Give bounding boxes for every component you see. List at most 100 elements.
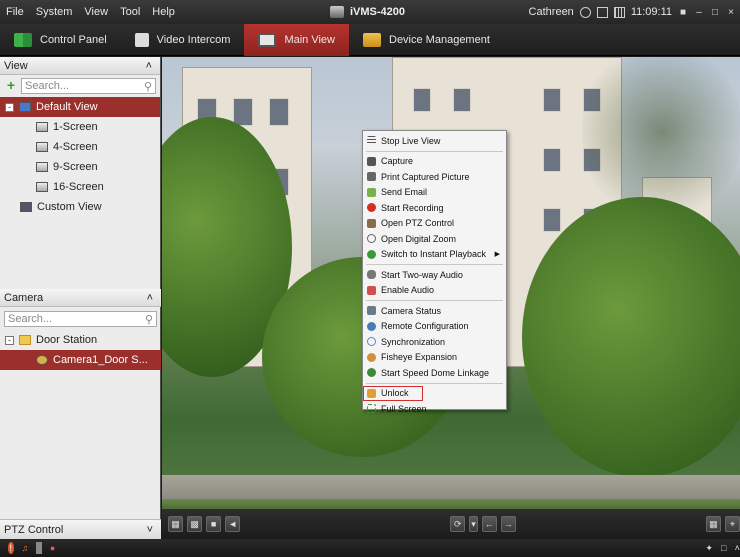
view-search-row: + Search... ⚲ bbox=[0, 75, 160, 97]
dropdown-icon[interactable]: ▾ bbox=[469, 516, 478, 532]
camera-section-header[interactable]: Camera ˄ bbox=[0, 289, 161, 307]
camera-item[interactable]: Camera1_Door S... bbox=[0, 350, 161, 370]
menu-remote-configuration[interactable]: Remote Configuration bbox=[363, 319, 506, 335]
tree-collapse-icon[interactable]: - bbox=[5, 335, 14, 345]
lock-icon[interactable]: ■ bbox=[678, 7, 688, 18]
screen-9-item[interactable]: 9-Screen bbox=[0, 157, 160, 177]
volume-icon[interactable]: ◄ bbox=[225, 516, 241, 532]
dome-icon bbox=[367, 368, 376, 378]
menu-fisheye-expansion[interactable]: Fisheye Expansion bbox=[363, 350, 506, 366]
folder-icon bbox=[363, 32, 381, 47]
screen-4-icon bbox=[36, 142, 48, 152]
tab-device-management[interactable]: Device Management bbox=[349, 24, 504, 56]
fullscreen-icon[interactable]: ⌖ bbox=[724, 516, 740, 532]
camera-search-row: Search... ⚲ bbox=[0, 308, 161, 330]
menu-open-digital-zoom[interactable]: Open Digital Zoom bbox=[363, 231, 506, 247]
screen-1-item[interactable]: 1-Screen bbox=[0, 117, 160, 137]
menu-system[interactable]: System bbox=[30, 6, 79, 18]
next-icon[interactable]: → bbox=[500, 516, 516, 532]
search-icon[interactable]: ⚲ bbox=[144, 80, 152, 93]
menu-label: Synchronization bbox=[381, 336, 446, 347]
restore-icon[interactable]: □ bbox=[721, 542, 727, 554]
view-search-input[interactable]: Search... ⚲ bbox=[21, 78, 156, 94]
menu-unlock[interactable]: Unlock bbox=[363, 385, 423, 401]
menu-enable-audio[interactable]: Enable Audio bbox=[363, 283, 506, 299]
menu-full-screen[interactable]: Full Screen bbox=[363, 401, 506, 417]
door-station-item[interactable]: - Door Station bbox=[0, 330, 161, 350]
fullscreen-icon bbox=[367, 404, 376, 414]
tab-label: Main View bbox=[284, 33, 335, 46]
menu-tool[interactable]: Tool bbox=[114, 6, 146, 18]
tab-video-intercom[interactable]: Video Intercom bbox=[121, 24, 245, 56]
clock-time: 11:09:11 bbox=[630, 6, 672, 18]
alarm-icon[interactable]: ! bbox=[8, 542, 14, 554]
pin-icon[interactable]: ✦ bbox=[705, 542, 713, 554]
close-icon[interactable]: × bbox=[726, 7, 736, 18]
screen-16-item[interactable]: 16-Screen bbox=[0, 177, 160, 197]
speaker-icon bbox=[367, 285, 376, 295]
menu-send-email[interactable]: Send Email bbox=[363, 185, 506, 201]
menu-view[interactable]: View bbox=[78, 6, 114, 18]
collapse-icon[interactable]: ˄ bbox=[146, 60, 152, 72]
collapse-up-icon[interactable]: ˄ bbox=[734, 542, 740, 554]
maximize-icon[interactable]: □ bbox=[710, 7, 720, 18]
monitor-icon bbox=[258, 32, 277, 47]
camera-icon bbox=[367, 156, 376, 166]
tab-control-panel[interactable]: Control Panel bbox=[0, 24, 121, 56]
tab-label: Device Management bbox=[389, 33, 490, 46]
menu-label: Camera Status bbox=[381, 305, 442, 316]
previous-icon[interactable]: ← bbox=[481, 516, 497, 532]
screen-label: 9-Screen bbox=[53, 161, 98, 173]
ptz-control-header[interactable]: PTZ Control ˅ bbox=[0, 519, 161, 539]
default-view-item[interactable]: - Default View bbox=[0, 97, 160, 117]
calendar-icon[interactable] bbox=[613, 6, 625, 18]
app-title-text: iVMS-4200 bbox=[350, 6, 406, 18]
add-view-button[interactable]: + bbox=[4, 78, 18, 93]
minimize-icon[interactable]: – bbox=[694, 7, 704, 18]
menu-file[interactable]: File bbox=[0, 6, 30, 18]
custom-view-item[interactable]: Custom View bbox=[0, 197, 160, 217]
menu-print-captured-picture[interactable]: Print Captured Picture bbox=[363, 169, 506, 185]
layout-icon[interactable]: ▩ bbox=[187, 516, 203, 532]
playback-icon bbox=[367, 249, 376, 259]
title-right: Cathreen 11:09:11 ■ – □ × bbox=[529, 0, 736, 24]
refresh-icon[interactable]: ⟳ bbox=[450, 516, 466, 532]
menu-open-ptz-control[interactable]: Open PTZ Control bbox=[363, 216, 506, 232]
road bbox=[162, 475, 740, 499]
expand-icon[interactable]: ˅ bbox=[147, 524, 153, 536]
intercom-icon bbox=[134, 32, 149, 47]
fisheye-icon bbox=[367, 352, 376, 362]
collapse-icon[interactable]: ˄ bbox=[147, 292, 153, 304]
zoom-icon bbox=[367, 234, 376, 244]
username: Cathreen bbox=[528, 6, 574, 18]
search-icon[interactable]: ⚲ bbox=[145, 313, 153, 326]
display-mode-icon[interactable]: ▦ bbox=[705, 516, 721, 532]
record-icon bbox=[367, 203, 376, 213]
menu-stop-live-view[interactable]: Stop Live View bbox=[363, 133, 506, 149]
status-bar: ! ♫ ● ✦ □ ˄ bbox=[0, 539, 740, 557]
tree-collapse-icon[interactable]: - bbox=[5, 102, 14, 112]
menu-start-recording[interactable]: Start Recording bbox=[363, 200, 506, 216]
screen-4-item[interactable]: 4-Screen bbox=[0, 137, 160, 157]
menu-camera-status[interactable]: Camera Status bbox=[363, 303, 506, 319]
menu-switch-to-instant-playback[interactable]: Switch to Instant Playback ▶ bbox=[363, 247, 506, 263]
menu-start-speed-dome-linkage[interactable]: Start Speed Dome Linkage bbox=[363, 365, 506, 381]
menu-synchronization[interactable]: Synchronization bbox=[363, 334, 506, 350]
tab-main-view[interactable]: Main View bbox=[244, 23, 349, 56]
menu-start-two-way-audio[interactable]: Start Two-way Audio bbox=[363, 267, 506, 283]
notification-icon[interactable]: ● bbox=[50, 542, 56, 554]
view-section-header[interactable]: View ˄ bbox=[0, 57, 160, 75]
menu-label: Open PTZ Control bbox=[381, 218, 455, 229]
menu-capture[interactable]: Capture bbox=[363, 154, 506, 170]
menu-label: Switch to Instant Playback bbox=[381, 249, 487, 260]
audio-alert-icon[interactable]: ♫ bbox=[22, 542, 29, 554]
view-section-title: View bbox=[4, 59, 28, 72]
stop-all-icon[interactable]: ■ bbox=[206, 516, 222, 532]
user-settings-icon[interactable] bbox=[579, 6, 591, 18]
camera-search-input[interactable]: Search... ⚲ bbox=[4, 311, 157, 327]
message-icon[interactable] bbox=[596, 6, 608, 18]
menu-help[interactable]: Help bbox=[146, 6, 181, 18]
screen-label: 16-Screen bbox=[53, 181, 104, 193]
event-icon[interactable] bbox=[36, 542, 42, 554]
window-division-icon[interactable]: ▦ bbox=[168, 516, 184, 532]
